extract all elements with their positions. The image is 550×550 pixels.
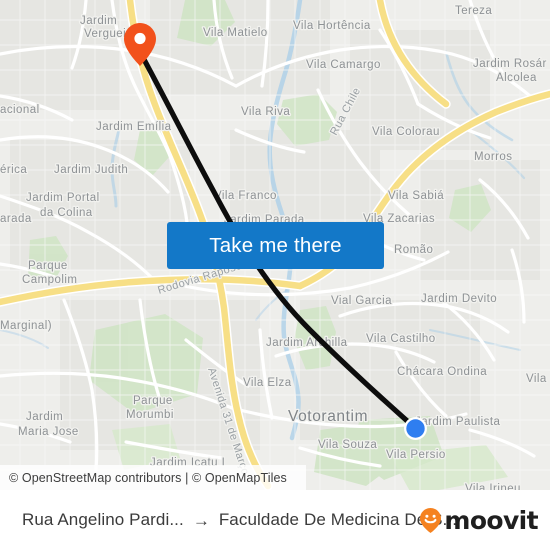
map-label: Marginal) <box>0 320 52 332</box>
map-label: Jardim <box>80 15 117 27</box>
map-label: Morros <box>474 151 512 163</box>
map-label: Votorantim <box>288 408 368 425</box>
map-label: Vila <box>526 373 547 385</box>
map-label: Romão <box>394 244 433 256</box>
map-canvas[interactable]: Jardim Vergueiro Vila Matielo Vila Hortênci… <box>0 0 550 490</box>
map-attribution: © OpenStreetMap contributors | © OpenMap… <box>0 465 306 490</box>
map-label: Vila Sabiá <box>388 190 444 202</box>
take-me-there-button[interactable]: Take me there <box>167 222 384 269</box>
map-label: Vila Irineu <box>465 483 521 490</box>
map-pin-icon[interactable] <box>123 22 157 67</box>
arrow-right-icon: → <box>192 510 210 530</box>
moovit-logo[interactable]: moovit <box>419 507 550 534</box>
map-label: Jardim Rosár <box>473 58 547 70</box>
map-label: Jardim Judith <box>54 164 128 176</box>
map-label: Jardim Devito <box>421 293 497 305</box>
map-label: Morumbi <box>126 409 174 421</box>
map-label: Chácara Ondina <box>397 366 487 378</box>
map-label: Jardim <box>26 411 63 423</box>
map-label: Maria Jose <box>18 426 79 438</box>
map-label: Vila Franco <box>214 190 277 202</box>
moovit-wordmark: moovit <box>444 505 538 535</box>
map-label: Vila Elza <box>243 377 292 389</box>
map-label: arada <box>0 213 32 225</box>
footer-bar: Rua Angelino Pardi... → Faculdade De Med… <box>0 490 550 550</box>
map-label: Alcolea <box>496 72 537 84</box>
map-label: érica <box>0 164 27 176</box>
route-summary[interactable]: Rua Angelino Pardi... → Faculdade De Med… <box>0 510 457 530</box>
route-origin-label: Rua Angelino Pardi... <box>22 510 184 529</box>
map-label: Vila Riva <box>241 106 290 118</box>
map-label: Vila Castilho <box>366 333 436 345</box>
map-label: Jardim Emília <box>96 121 172 133</box>
map-label: Parque <box>133 395 173 407</box>
map-label: Vial Garcia <box>331 295 392 307</box>
map-label: Parque <box>28 260 68 272</box>
map-label: Jardim Archilla <box>266 337 348 349</box>
map-label: Vila Camargo <box>306 59 381 71</box>
map-label: Tereza <box>455 5 492 17</box>
map-label: Jardim Portal <box>26 192 100 204</box>
map-label: Vila Souza <box>318 439 377 451</box>
map-label: Vila Hortência <box>293 20 371 32</box>
map-label: da Colina <box>40 207 93 219</box>
map-label: Vila Persio <box>386 449 446 461</box>
map-label: Vila Matielo <box>203 27 268 39</box>
map-label: acional <box>0 104 40 116</box>
map-label: Campolim <box>22 274 77 286</box>
moovit-pin-smile-icon <box>420 507 442 533</box>
destination-dot-icon[interactable] <box>403 416 428 441</box>
map-label: Vila Colorau <box>372 126 440 138</box>
attribution-text: © OpenStreetMap contributors | © OpenMap… <box>9 470 287 485</box>
moovit-map-screen: Jardim Vergueiro Vila Matielo Vila Hortênci… <box>0 0 550 550</box>
